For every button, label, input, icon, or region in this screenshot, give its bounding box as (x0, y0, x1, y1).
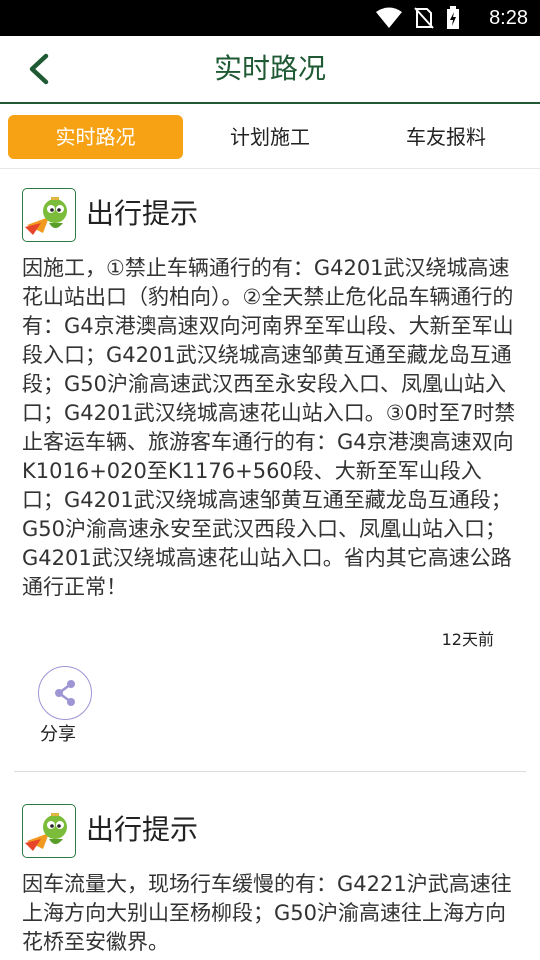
post-card: 出行提示 因施工，①禁止车辆通行的有：G4201武汉绕城高速花山站出口（豹柏向）… (0, 168, 540, 773)
no-sim-icon (414, 7, 434, 29)
divider (14, 771, 526, 772)
page-title: 实时路况 (213, 52, 326, 85)
tab-bar: 实时路况 计划施工 车友报料 (0, 104, 540, 169)
tab-user-reports[interactable]: 车友报料 (360, 115, 532, 159)
post-text: 因施工，①禁止车辆通行的有：G4201武汉绕城高速花山站出口（豹柏向）。②全天禁… (22, 256, 516, 599)
share-label: 分享 (40, 724, 76, 745)
post-card: 出行提示 因车流量大，现场行车缓慢的有：G4221沪武高速往上海方向大别山至杨柳… (0, 784, 540, 960)
tab-planned-construction[interactable]: 计划施工 (180, 115, 360, 159)
status-time: 8:28 (489, 7, 528, 29)
battery-charging-icon (447, 6, 459, 29)
tab-realtime-traffic[interactable]: 实时路况 (8, 115, 183, 159)
post-title: 出行提示 (86, 813, 199, 846)
status-bar: 8:28 (0, 0, 540, 36)
post-title: 出行提示 (86, 197, 199, 230)
share-icon (55, 680, 75, 706)
post-time: 12天前 (441, 630, 494, 649)
app-bar: 实时路况 (0, 36, 540, 104)
status-icons (376, 6, 460, 30)
wifi-icon (376, 7, 402, 28)
mascot-avatar-icon (22, 804, 76, 858)
mascot-avatar-icon (22, 188, 76, 242)
post-text: 因车流量大，现场行车缓慢的有：G4221沪武高速往上海方向大别山至杨柳段；G50… (22, 872, 512, 954)
share-button[interactable] (38, 666, 92, 720)
